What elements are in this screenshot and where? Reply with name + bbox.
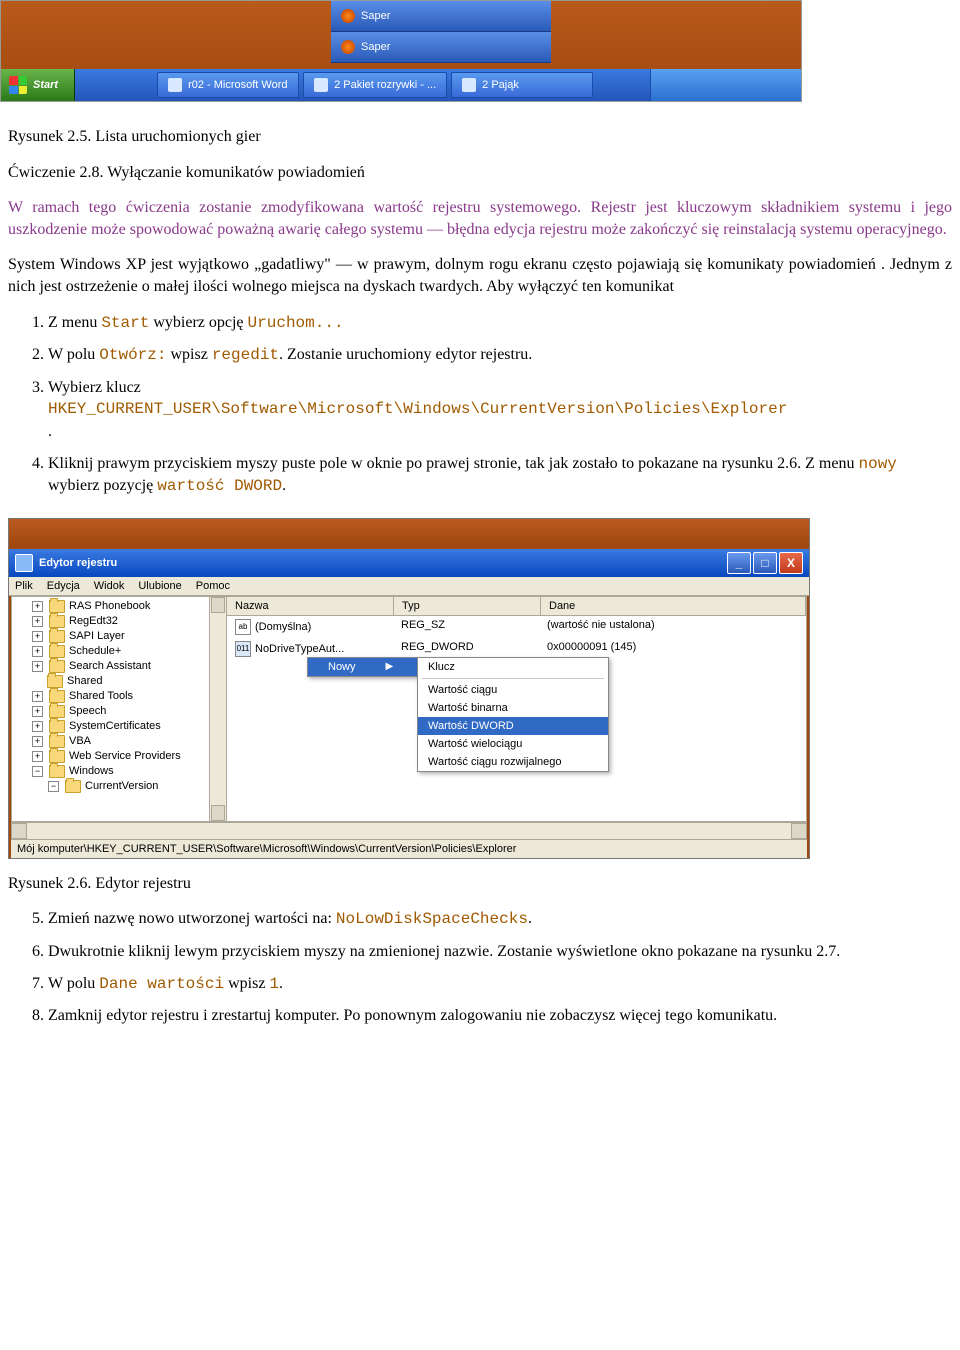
registry-tree[interactable]: +RAS Phonebook +RegEdt32 +SAPI Layer +Sc… (12, 597, 227, 821)
folder-icon (47, 675, 63, 688)
spider-icon (462, 78, 476, 92)
folder-icon (65, 780, 81, 793)
regedit-icon (15, 554, 33, 572)
mine-icon (341, 40, 355, 54)
ctx-string[interactable]: Wartość ciągu (418, 681, 608, 699)
horizontal-scrollbar[interactable] (11, 822, 807, 839)
folder-icon (49, 615, 65, 628)
menu-edycja[interactable]: Edycja (47, 580, 80, 592)
ctx-dword[interactable]: Wartość DWORD (418, 717, 608, 735)
context-submenu: Klucz Wartość ciągu Wartość binarna Wart… (417, 657, 609, 772)
ctx-binary[interactable]: Wartość binarna (418, 699, 608, 717)
steps-list-2: Zmień nazwę nowo utworzonej wartości na:… (48, 908, 952, 1026)
menu-widok[interactable]: Widok (94, 580, 125, 592)
ctx-new[interactable]: Nowy▶ (308, 658, 417, 676)
step-4: Kliknij prawym przyciskiem myszy puste p… (48, 453, 952, 498)
chevron-right-icon: ▶ (386, 661, 394, 672)
step-6: Dwukrotnie kliknij lewym przyciskiem mys… (48, 941, 952, 963)
menu-item-saper-1[interactable]: Saper (331, 1, 551, 32)
step-1: Z menu Start wybierz opcję Uruchom... (48, 312, 952, 335)
mine-icon (341, 9, 355, 23)
minimize-button[interactable]: _ (727, 552, 751, 574)
steps-list-1: Z menu Start wybierz opcję Uruchom... W … (48, 312, 952, 498)
window-titlebar[interactable]: Edytor rejestru _ □ X (9, 549, 809, 577)
value-list[interactable]: Nazwa Typ Dane ab(Domyślna) REG_SZ (wart… (227, 597, 806, 821)
warning-paragraph: W ramach tego ćwiczenia zostanie zmodyfi… (8, 197, 952, 240)
ctx-expandstring[interactable]: Wartość ciągu rozwijalnego (418, 753, 608, 771)
string-value-icon: ab (235, 619, 251, 635)
folder-icon (49, 600, 65, 613)
folder-icon (49, 690, 65, 703)
regedit-window: Edytor rejestru _ □ X Plik Edycja Widok … (8, 518, 810, 859)
taskbar-row: Start r02 - Microsoft Word 2 Pakiet rozr… (1, 69, 801, 101)
menubar: Plik Edycja Widok Ulubione Pomoc (9, 577, 809, 596)
col-type[interactable]: Typ (394, 597, 541, 615)
folder-icon (49, 645, 65, 658)
folder-icon (49, 705, 65, 718)
col-data[interactable]: Dane (541, 597, 806, 615)
folder-icon (49, 630, 65, 643)
menu-pomoc[interactable]: Pomoc (196, 580, 230, 592)
folder-icon (49, 765, 65, 778)
context-menu: Nowy▶ (307, 657, 418, 677)
maximize-button[interactable]: □ (753, 552, 777, 574)
folder-icon (49, 750, 65, 763)
step-7: W polu Dane wartości wpisz 1. (48, 973, 952, 996)
word-icon (168, 78, 182, 92)
dword-value-icon: 011 (235, 641, 251, 657)
group-icon (314, 78, 328, 92)
start-menu-popup: Saper Saper (331, 1, 551, 63)
screenshot-taskbar: Saper Saper Start r02 - Microsoft Word 2… (0, 0, 802, 102)
ctx-multistring[interactable]: Wartość wielociągu (418, 735, 608, 753)
taskbar-item-pajak[interactable]: 2 Pająk (451, 72, 593, 98)
menu-plik[interactable]: Plik (15, 580, 33, 592)
system-tray[interactable] (650, 69, 801, 101)
folder-icon (49, 735, 65, 748)
folder-icon (49, 720, 65, 733)
menu-ulubione[interactable]: Ulubione (138, 580, 181, 592)
window-title: Edytor rejestru (39, 557, 117, 569)
figure-caption-2-5: Rysunek 2.5. Lista uruchomionych gier (8, 126, 952, 148)
ctx-key[interactable]: Klucz (418, 658, 608, 676)
folder-icon (49, 660, 65, 673)
figure-caption-2-6: Rysunek 2.6. Edytor rejestru (8, 873, 952, 895)
statusbar: Mój komputer\HKEY_CURRENT_USER\Software\… (11, 839, 807, 858)
exercise-heading: Ćwiczenie 2.8. Wyłączanie komunikatów po… (8, 162, 952, 184)
col-name[interactable]: Nazwa (227, 597, 394, 615)
windows-logo-icon (9, 76, 27, 94)
taskbar-item-group[interactable]: 2 Pakiet rozrywki - ... (303, 72, 447, 98)
value-row[interactable]: ab(Domyślna) REG_SZ (wartość nie ustalon… (227, 616, 806, 638)
close-button[interactable]: X (779, 552, 803, 574)
taskbar-item-word[interactable]: r02 - Microsoft Word (157, 72, 299, 98)
start-button[interactable]: Start (1, 69, 75, 101)
body-paragraph: System Windows XP jest wyjątkowo „gadatl… (8, 254, 952, 297)
step-2: W polu Otwórz: wpisz regedit. Zostanie u… (48, 344, 952, 367)
step-8: Zamknij edytor rejestru i zrestartuj kom… (48, 1005, 952, 1027)
menu-item-saper-2[interactable]: Saper (331, 32, 551, 63)
step-5: Zmień nazwę nowo utworzonej wartości na:… (48, 908, 952, 931)
tree-scrollbar[interactable] (209, 597, 226, 821)
step-3: Wybierz kluczHKEY_CURRENT_USER\Software\… (48, 377, 952, 443)
